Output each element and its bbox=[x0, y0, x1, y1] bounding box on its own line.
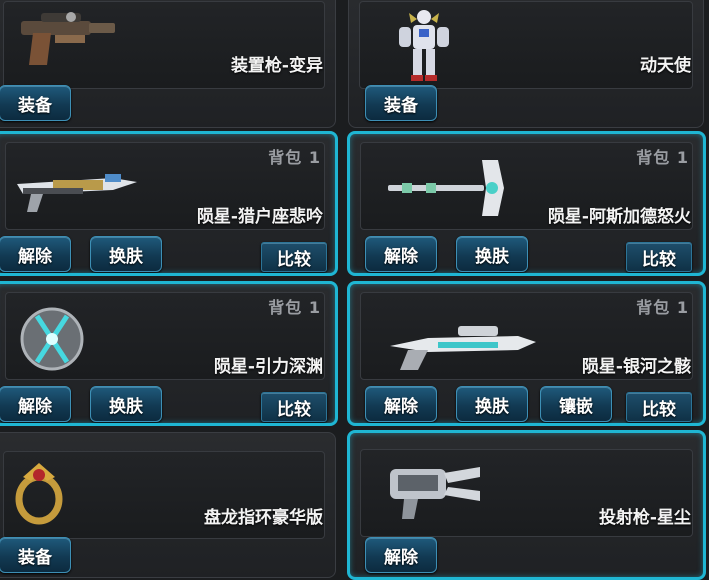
item-name: 陨星-银河之骸 bbox=[581, 357, 691, 377]
compare-button[interactable]: 比较 bbox=[626, 392, 692, 422]
hammer-staff-icon bbox=[388, 160, 504, 216]
item-card[interactable]: 盘龙指环豪华版 装备 bbox=[0, 432, 336, 578]
item-card[interactable]: 背包 1 陨星-猎户座悲吟 解除 换肤 比较 bbox=[0, 131, 338, 276]
sniper-rifle-icon bbox=[390, 326, 536, 370]
equip-button[interactable]: 装备 bbox=[0, 537, 71, 573]
backpack-label: 背包 1 bbox=[268, 298, 321, 317]
unequip-button[interactable]: 解除 bbox=[365, 386, 437, 422]
item-name: 陨星-引力深渊 bbox=[213, 357, 323, 377]
backpack-label: 背包 1 bbox=[636, 148, 689, 167]
item-card[interactable]: 背包 1 陨星-银河之骸 解除 换肤 镶嵌 比较 bbox=[347, 281, 706, 426]
change-skin-button[interactable]: 换肤 bbox=[90, 236, 162, 272]
unequip-button[interactable]: 解除 bbox=[0, 386, 71, 422]
equip-button[interactable]: 装备 bbox=[365, 85, 437, 121]
dragon-ring-icon bbox=[15, 463, 63, 525]
item-name: 投射枪-星尘 bbox=[598, 508, 691, 528]
compare-button[interactable]: 比较 bbox=[261, 242, 327, 272]
item-card[interactable]: 投射枪-星尘 解除 bbox=[347, 430, 706, 580]
item-name: 陨星-猎户座悲吟 bbox=[196, 207, 323, 227]
backpack-label: 背包 1 bbox=[636, 298, 689, 317]
unequip-button[interactable]: 解除 bbox=[365, 236, 437, 272]
backpack-label: 背包 1 bbox=[268, 148, 321, 167]
change-skin-button[interactable]: 换肤 bbox=[456, 236, 528, 272]
equip-button[interactable]: 装备 bbox=[0, 85, 71, 121]
item-name: 陨星-阿斯加德怒火 bbox=[547, 207, 691, 227]
compare-button[interactable]: 比较 bbox=[626, 242, 692, 272]
item-name: 盘龙指环豪华版 bbox=[204, 508, 323, 528]
change-skin-button[interactable]: 换肤 bbox=[456, 386, 528, 422]
change-skin-button[interactable]: 换肤 bbox=[90, 386, 162, 422]
item-name: 动天使 bbox=[640, 56, 691, 76]
item-card[interactable]: 动天使 装备 bbox=[348, 0, 704, 128]
launcher-icon bbox=[390, 467, 480, 519]
item-card[interactable]: 装置枪-变异 装备 bbox=[0, 0, 336, 128]
orb-icon bbox=[20, 307, 84, 371]
compare-button[interactable]: 比较 bbox=[261, 392, 327, 422]
unequip-button[interactable]: 解除 bbox=[365, 537, 437, 573]
inventory-grid: 装置枪-变异 装备 动天使 装备 背包 1 陨星-猎户座悲吟 解除 换肤 比较 … bbox=[0, 0, 709, 580]
rifle-icon bbox=[17, 174, 137, 212]
item-name: 装置枪-变异 bbox=[230, 56, 323, 76]
inlay-button[interactable]: 镶嵌 bbox=[540, 386, 612, 422]
pistol-icon bbox=[21, 12, 115, 65]
mecha-angel-icon bbox=[399, 10, 449, 81]
item-card[interactable]: 背包 1 陨星-引力深渊 解除 换肤 比较 bbox=[0, 281, 338, 426]
unequip-button[interactable]: 解除 bbox=[0, 236, 71, 272]
item-card[interactable]: 背包 1 陨星-阿斯加德怒火 解除 换肤 比较 bbox=[347, 131, 706, 276]
